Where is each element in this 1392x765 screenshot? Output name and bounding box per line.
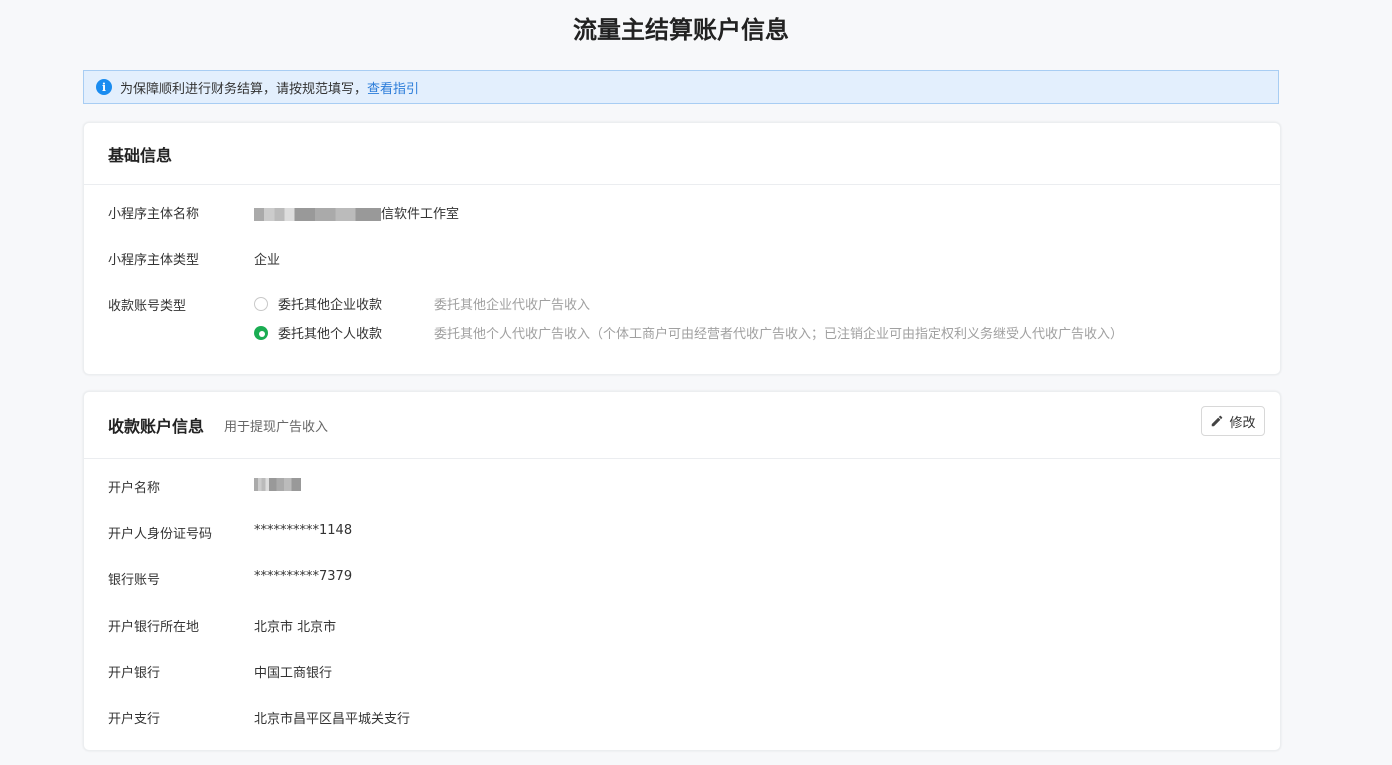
radio-description: 委托其他个人代收广告收入（个体工商户可由经营者代收广告收入；已注销企业可由指定权… [434,327,1124,342]
account-row-holder-name: 开户名称 [108,477,301,496]
radio-option-enterprise[interactable]: 委托其他企业收款 委托其他企业代收广告收入 [254,289,1123,318]
radio-label[interactable]: 委托其他个人收款 [278,323,434,342]
field-label: 开户银行所在地 [108,620,200,635]
notice-banner: i 为保障顺利进行财务结算，请按规范填写， 查看指引 [83,70,1279,104]
pencil-icon [1212,415,1223,427]
redacted-block [254,478,301,491]
field-label: 银行账号 [108,573,161,588]
account-info-title: 收款账户信息 [108,417,205,436]
view-guide-link[interactable]: 查看指引 [367,78,419,97]
field-value: 北京市昌平区昌平城关支行 [254,712,411,727]
field-value: 信软件工作室 [254,203,459,222]
edit-button[interactable]: 修改 [1201,406,1265,436]
account-info-card: 收款账户信息 用于提现广告收入 修改 开户名称 开户人身份证号码 *******… [83,391,1281,751]
account-row-bank-location: 开户银行所在地 北京市 北京市 [108,616,336,635]
field-label: 收款账号类型 [108,299,187,314]
info-row-entity-type: 小程序主体类型 企业 [108,249,280,268]
radio-option-individual[interactable]: 委托其他个人收款 委托其他个人代收广告收入（个体工商户可由经营者代收广告收入；已… [254,318,1123,347]
field-label: 小程序主体名称 [108,207,200,222]
field-label: 开户名称 [108,481,161,496]
field-value: 北京市 北京市 [254,620,337,635]
account-type-radio-group: 委托其他企业收款 委托其他企业代收广告收入 委托其他个人收款 委托其他个人代收广… [254,289,1123,347]
account-row-bank: 开户银行 中国工商银行 [108,662,332,681]
account-info-subtitle: 用于提现广告收入 [224,419,329,435]
info-icon: i [96,79,112,95]
redacted-block [254,208,381,221]
radio-label[interactable]: 委托其他企业收款 [278,294,434,313]
field-value: **********7379 [254,569,353,584]
edit-button-label[interactable]: 修改 [1229,412,1255,431]
field-label: 开户支行 [108,712,161,727]
entity-name-suffix: 信软件工作室 [381,207,460,222]
account-info-header: 收款账户信息 用于提现广告收入 修改 [84,392,1280,459]
basic-info-title: 基础信息 [108,145,173,165]
info-row-entity-name: 小程序主体名称 信软件工作室 [108,203,459,222]
radio-button-checked[interactable] [254,325,268,340]
basic-info-header: 基础信息 [84,123,1280,185]
field-label: 开户人身份证号码 [108,527,213,542]
account-row-id-number: 开户人身份证号码 **********1148 [108,523,352,542]
field-value: 企业 [254,253,281,268]
field-value [254,477,301,496]
radio-button[interactable] [254,296,268,311]
field-label: 小程序主体类型 [108,253,200,268]
account-row-bank-account: 银行账号 **********7379 [108,569,352,588]
notice-text: 为保障顺利进行财务结算，请按规范填写， [120,81,368,97]
radio-description: 委托其他企业代收广告收入 [434,298,591,313]
field-value: 中国工商银行 [254,666,333,681]
field-value: **********1148 [254,523,353,538]
field-label: 开户银行 [108,666,161,681]
basic-info-card: 基础信息 小程序主体名称 信软件工作室 小程序主体类型 企业 收款账号类型 委托… [83,122,1281,375]
account-row-branch: 开户支行 北京市昌平区昌平城关支行 [108,708,410,727]
page-title: 流量主结算账户信息 [573,16,789,44]
info-row-account-type: 收款账号类型 [108,295,254,314]
